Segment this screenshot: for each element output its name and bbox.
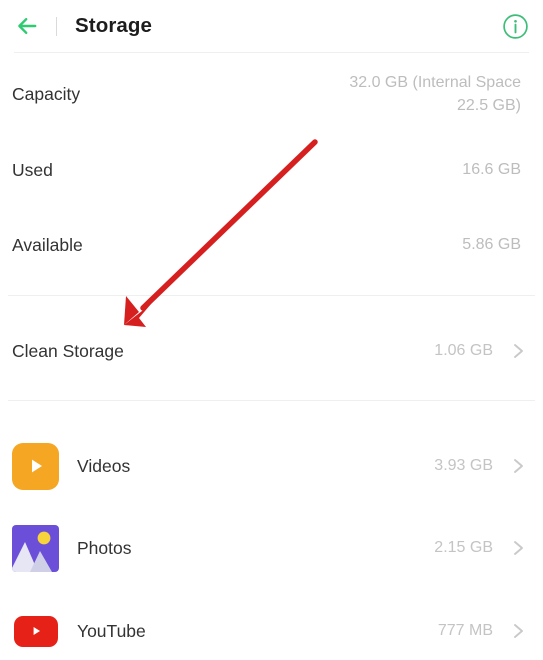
row-value: 32.0 GB (Internal Space 22.5 GB) xyxy=(349,73,521,114)
row-value: 16.6 GB xyxy=(462,161,521,179)
row-label: Photos xyxy=(77,537,132,558)
row-photos[interactable]: Photos 2.15 GB xyxy=(0,522,543,574)
page-title: Storage xyxy=(75,14,153,37)
row-label: Videos xyxy=(77,455,131,476)
youtube-play-icon xyxy=(12,608,59,655)
row-used: Used 16.6 GB xyxy=(0,150,543,190)
row-value: 1.06 GB xyxy=(434,342,493,359)
row-videos[interactable]: Videos 3.93 GB xyxy=(0,440,543,492)
youtube-badge xyxy=(13,615,58,647)
row-value: 3.93 GB xyxy=(434,457,493,474)
row-value: 777 MB xyxy=(437,622,493,639)
chevron-right-icon xyxy=(507,537,529,559)
chevron-right-icon xyxy=(507,340,529,362)
videos-play-icon xyxy=(12,442,59,490)
header-bottom-divider xyxy=(14,52,529,53)
chevron-right-icon xyxy=(507,455,529,477)
section-divider-1 xyxy=(8,295,535,296)
row-available: Available 5.86 GB xyxy=(0,225,543,265)
section-divider-2 xyxy=(8,400,535,401)
row-value: 5.86 GB xyxy=(462,236,521,254)
row-label: Clean Storage xyxy=(12,340,124,361)
row-value: 2.15 GB xyxy=(434,539,493,556)
chevron-right-icon xyxy=(507,620,529,642)
storage-settings-screen: Storage Capacity 32.0 GB (Internal Space… xyxy=(0,0,543,660)
photos-image-icon xyxy=(12,524,59,572)
row-youtube[interactable]: YouTube 777 MB xyxy=(0,607,543,655)
header-separator xyxy=(56,16,57,36)
row-label: YouTube xyxy=(77,620,146,641)
row-label: Available xyxy=(12,234,83,255)
row-label: Capacity xyxy=(12,83,81,104)
row-clean-storage[interactable]: Clean Storage 1.06 GB xyxy=(0,331,543,371)
info-circle-icon[interactable] xyxy=(502,13,529,40)
row-label: Used xyxy=(12,159,53,180)
back-arrow-icon[interactable] xyxy=(12,11,42,41)
row-capacity: Capacity 32.0 GB (Internal Space 22.5 GB… xyxy=(0,66,543,122)
app-header: Storage xyxy=(0,0,543,52)
